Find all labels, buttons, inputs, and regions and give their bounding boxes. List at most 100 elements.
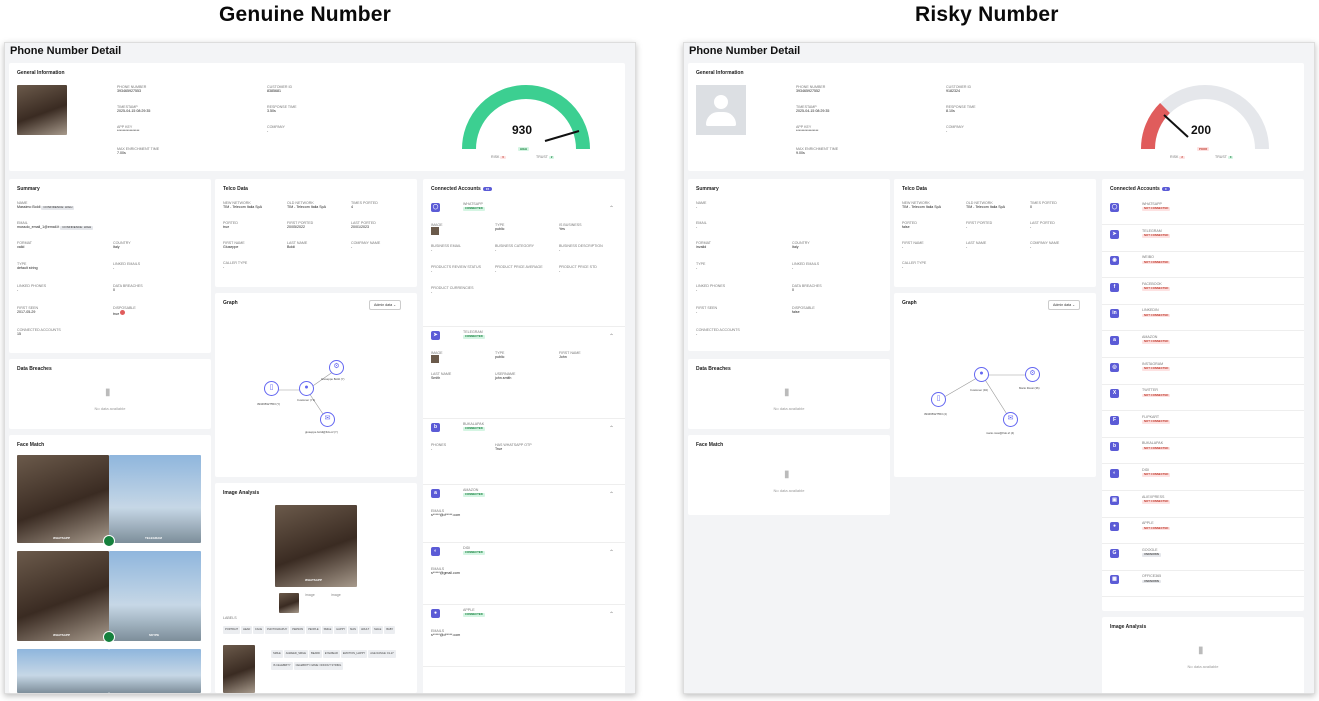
- image-analysis-empty: No data available: [1187, 664, 1219, 669]
- graph-label-email: giuseppe.boldi@fido.sf (Y): [305, 430, 338, 434]
- account-row-bukalapak[interactable]: b BUKALAPAK NOT CONNECTED: [1102, 438, 1304, 465]
- graph-node-phone[interactable]: ▯: [931, 392, 946, 407]
- account-image: [431, 355, 439, 364]
- analysis-caption: WHATSAPP: [305, 578, 322, 582]
- account-section-whatsapp[interactable]: ◯ WHATSAPP CONNECTED ⌃ IMAGE TYPE public IS BUS…: [423, 199, 625, 327]
- graph-node-company[interactable]: ⚙: [1025, 367, 1040, 382]
- account-row-amazon[interactable]: a AMAZON NOT CONNECTED: [1102, 332, 1304, 358]
- account-status: NOT CONNECTED: [1142, 339, 1171, 344]
- account-row-instagram[interactable]: ◎ INSTAGRAM NOT CONNECTED: [1102, 359, 1304, 385]
- account-row-weibo[interactable]: ◉ WEIBO NOT CONNECTED: [1102, 252, 1304, 279]
- summary-linked-phones: LINKED PHONES -: [17, 284, 47, 293]
- chevron-up-icon[interactable]: ⌃: [609, 333, 614, 340]
- chevron-up-icon[interactable]: ⌃: [609, 611, 614, 618]
- account-field: BUSINESS DESCRIPTION -: [559, 244, 603, 253]
- graph-edges: [938, 374, 1032, 420]
- score-value: 200: [1191, 123, 1212, 137]
- account-row-google[interactable]: G GOOGLE UNKNOWN: [1102, 545, 1304, 571]
- account-row-whatsapp[interactable]: ◯ WHATSAPP NOT CONNECTED: [1102, 199, 1304, 225]
- account-field: TYPE public: [495, 351, 505, 360]
- account-status: NOT CONNECTED: [1142, 472, 1171, 477]
- telco-last-ported: LAST PORTED -: [1030, 221, 1055, 230]
- graph-edges: [272, 368, 338, 421]
- graph-node-company[interactable]: ⚙: [329, 360, 344, 375]
- account-row-apple[interactable]: ● APPLE NOT CONNECTED: [1102, 518, 1304, 545]
- account-field-value: s*****@d*****.com: [431, 633, 461, 638]
- graph-node-phone[interactable]: ▯: [264, 381, 279, 396]
- account-status: NOT CONNECTED: [1142, 233, 1171, 238]
- google-icon: G: [1110, 548, 1119, 558]
- general-info-card: General Information PHONE NUMBER 39346592…: [688, 63, 1304, 171]
- whatsapp-icon: ◯: [1110, 203, 1119, 212]
- trust-count: TRUST 0: [1215, 155, 1234, 160]
- account-row-flipkart[interactable]: F FLIPKART NOT CONNECTED: [1102, 412, 1304, 438]
- company-field: COMPANY -: [267, 125, 285, 134]
- connected-accounts-card: Connected Accounts 0 ◯ WHATSAPP NOT CONNECT…: [1102, 179, 1304, 611]
- telco-title: Telco Data: [902, 186, 927, 192]
- labels-list-2: SMILE AGREED_SMILE BEARD EYEWEAR EMOTION_HAP…: [271, 647, 411, 671]
- graph-node-email[interactable]: ✉: [1003, 412, 1018, 427]
- account-field: BUSINESS CATEGORY -: [495, 244, 535, 253]
- didi-icon: ◐: [1110, 469, 1119, 478]
- account-status: NOT CONNECTED: [1142, 525, 1171, 531]
- graph-node-customer[interactable]: ●: [299, 381, 314, 396]
- chevron-up-icon[interactable]: ⌃: [609, 549, 614, 556]
- account-status: NOT CONNECTED: [1142, 206, 1171, 211]
- company-field: COMPANY -: [946, 125, 964, 134]
- graph-node-email[interactable]: ✉: [320, 412, 335, 427]
- connected-accounts-card: Connected Accounts 15 ◯ WHATSAPP CONNECTED ⌃…: [423, 179, 625, 693]
- account-row-office365[interactable]: ▦ OFFICE365 UNKNOWN: [1102, 571, 1304, 598]
- linkedin-icon: in: [1110, 309, 1119, 319]
- graph-node-customer[interactable]: ●: [974, 367, 989, 382]
- graph-label-customer: Customer (94): [970, 388, 988, 392]
- telco-new-network: NEW NETWORK TIM - Telecom Italia SpA: [223, 201, 263, 210]
- account-row-twitter[interactable]: X TWITTER NOT CONNECTED: [1102, 385, 1304, 412]
- account-section-bukalapak[interactable]: b BUKALAPAK CONNECTED ⌃ PHONES - HAS WHATSAPP …: [423, 419, 625, 485]
- account-section-telegram[interactable]: ➤ TELEGRAM CONNECTED ⌃ IMAGE TYPE public FIRST …: [423, 327, 625, 419]
- chevron-up-icon[interactable]: ⌃: [609, 491, 614, 498]
- general-info-title: General Information: [696, 70, 744, 76]
- response-field: RESPONSE TIME 8.10s: [946, 105, 976, 114]
- summary-country: COUNTRY Italy: [792, 241, 810, 250]
- telco-last-name: LAST NAME -: [966, 241, 987, 250]
- account-row-linkedin[interactable]: in LINKEDIN NOT CONNECTED: [1102, 305, 1304, 332]
- account-status: UNKNOWN: [1142, 578, 1161, 584]
- account-status: NOT CONNECTED: [1142, 392, 1171, 398]
- didi-icon: ◐: [431, 547, 440, 556]
- analysis-thumb[interactable]: [279, 593, 299, 613]
- account-status: CONNECTED: [463, 206, 485, 211]
- breaches-empty: No data available: [773, 406, 805, 411]
- telco-first-name: FIRST NAME Giuseppe: [223, 241, 245, 250]
- account-row-didi[interactable]: ◐ DIDI NOT CONNECTED: [1102, 465, 1304, 491]
- avatar-body: [706, 112, 736, 126]
- account-section-amazon[interactable]: a AMAZON CONNECTED ⌃ EMAILS s*****@d*****.com: [423, 485, 625, 543]
- bukalapak-icon: b: [431, 423, 440, 432]
- account-section-didi[interactable]: ◐ DIDI CONNECTED ⌃ EMAILS s*****@gmail.com: [423, 543, 625, 605]
- face-photo-3: [17, 551, 109, 641]
- general-info-title: General Information: [17, 70, 65, 76]
- account-section-apple[interactable]: ● APPLE CONNECTED ⌃ EMAILS s*****@d*****.com: [423, 605, 625, 667]
- summary-connected: CONNECTED ACCOUNTS -: [696, 328, 740, 337]
- broken-image-1: image: [305, 593, 315, 597]
- telco-ported: PORTED false: [902, 221, 917, 230]
- account-name: APPLE: [1142, 521, 1154, 526]
- chevron-up-icon[interactable]: ⌃: [609, 205, 614, 212]
- whatsapp-icon: ◯: [431, 203, 440, 212]
- flipkart-icon: F: [1110, 415, 1119, 425]
- account-field: PRODUCTS REVIEW STATUS -: [431, 265, 481, 274]
- account-status: NOT CONNECTED: [1142, 259, 1171, 265]
- account-row-telegram[interactable]: ➤ TELEGRAM NOT CONNECTED: [1102, 226, 1304, 252]
- telegram-icon: ➤: [1110, 229, 1119, 239]
- genuine-heading: Genuine Number: [219, 3, 391, 26]
- chevron-up-icon[interactable]: ⌃: [609, 425, 614, 432]
- facebook-icon: f: [1110, 282, 1119, 292]
- summary-breaches: DATA BREACHES 0: [792, 284, 822, 293]
- customer-field: CUSTOMER ID 9182324: [946, 85, 972, 94]
- face-match-card: Face Match WHATSAPP TELEGRAM WHATSAPP SK…: [9, 435, 211, 693]
- account-row-aliexpress[interactable]: ▣ ALIEXPRESS NOT CONNECTED: [1102, 492, 1304, 518]
- face-label-1: WHATSAPP: [53, 536, 70, 540]
- account-row-facebook[interactable]: f FACEBOOK NOT CONNECTED: [1102, 279, 1304, 305]
- avatar-head: [714, 95, 728, 109]
- telco-last-name: LAST NAME Boldi: [287, 241, 308, 250]
- genuine-screenshot: Phone Number Detail General Information …: [4, 42, 636, 694]
